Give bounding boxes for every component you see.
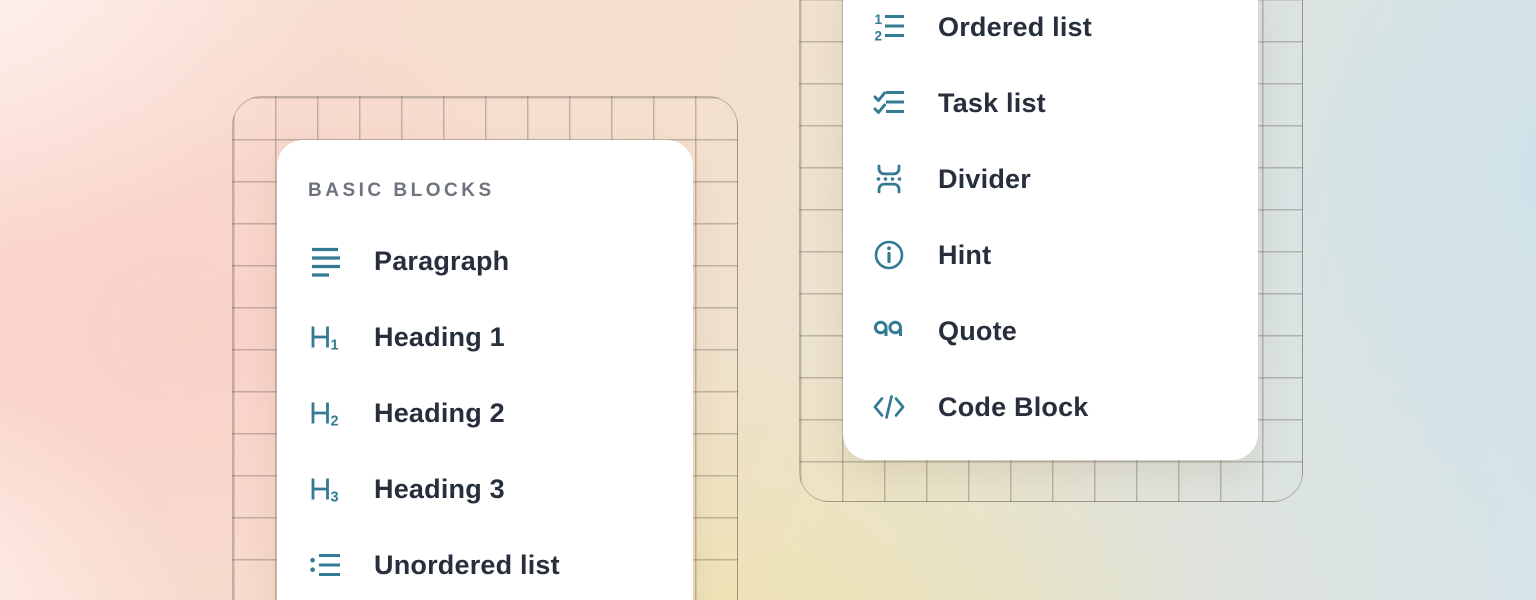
- menu-item-unordered-list[interactable]: Unordered list: [308, 527, 693, 600]
- menu-item-divider[interactable]: Divider: [872, 141, 1258, 217]
- svg-text:3: 3: [331, 490, 339, 506]
- menu-item-label: Heading 1: [374, 322, 505, 353]
- menu-item-label: Ordered list: [938, 12, 1092, 43]
- svg-text:2: 2: [875, 29, 883, 44]
- menu-item-label: Code Block: [938, 392, 1089, 423]
- task-list-icon: [872, 86, 906, 120]
- code-block-icon: [872, 390, 906, 424]
- menu-item-hint[interactable]: Hint: [872, 217, 1258, 293]
- menu-item-heading-1[interactable]: 1 Heading 1: [308, 299, 693, 375]
- basic-blocks-header: BASIC BLOCKS: [308, 176, 693, 206]
- menu-item-label: Paragraph: [374, 246, 509, 277]
- menu-item-label: Quote: [938, 316, 1017, 347]
- menu-item-label: Heading 3: [374, 474, 505, 505]
- menu-item-label: Task list: [938, 88, 1046, 119]
- editor-blocks-illustration: BASIC BLOCKS Paragraph 1 Heading 1 2 Hea…: [0, 0, 1536, 600]
- svg-text:1: 1: [875, 12, 883, 27]
- menu-item-label: Divider: [938, 164, 1031, 195]
- menu-item-heading-2[interactable]: 2 Heading 2: [308, 375, 693, 451]
- unordered-list-icon: [308, 548, 342, 582]
- menu-item-paragraph[interactable]: Paragraph: [308, 223, 693, 299]
- quote-icon: [872, 314, 906, 348]
- advanced-blocks-menu: 1 2 Ordered list Task list: [843, 0, 1258, 460]
- menu-item-label: Unordered list: [374, 550, 560, 581]
- menu-item-quote[interactable]: Quote: [872, 293, 1258, 369]
- menu-item-heading-3[interactable]: 3 Heading 3: [308, 451, 693, 527]
- menu-item-ordered-list[interactable]: 1 2 Ordered list: [872, 0, 1258, 65]
- ordered-list-icon: 1 2: [872, 10, 906, 44]
- divider-icon: [872, 162, 906, 196]
- heading-2-icon: 2: [308, 396, 342, 430]
- svg-text:1: 1: [331, 338, 339, 354]
- hint-icon: [872, 238, 906, 272]
- basic-blocks-menu: BASIC BLOCKS Paragraph 1 Heading 1 2 Hea…: [277, 140, 693, 600]
- svg-text:2: 2: [331, 414, 339, 430]
- menu-item-code-block[interactable]: Code Block: [872, 369, 1258, 445]
- menu-item-label: Hint: [938, 240, 991, 271]
- menu-item-task-list[interactable]: Task list: [872, 65, 1258, 141]
- heading-1-icon: 1: [308, 320, 342, 354]
- paragraph-icon: [308, 244, 342, 278]
- menu-item-label: Heading 2: [374, 398, 505, 429]
- heading-3-icon: 3: [308, 472, 342, 506]
